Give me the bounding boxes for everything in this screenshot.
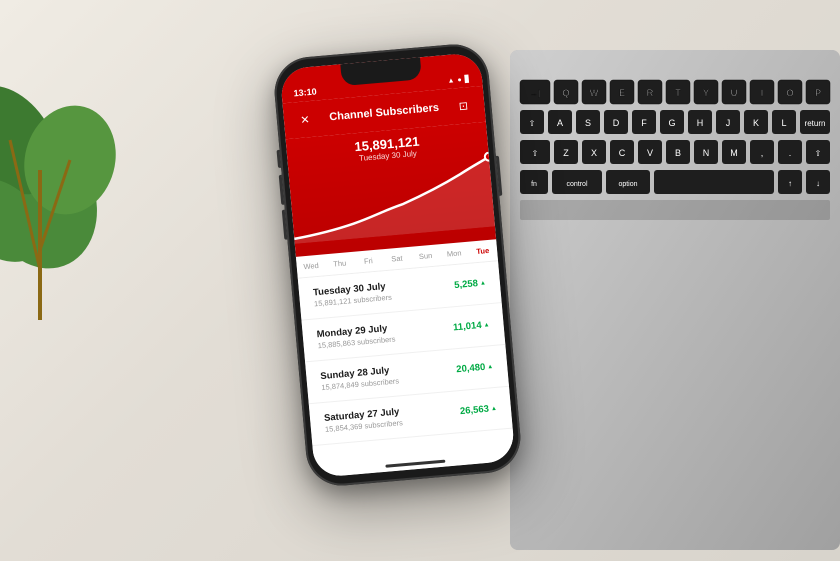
item-info: Monday 29 July 15,885,863 subscribers — [316, 323, 396, 351]
iphone-body: 13:10 ▲ ● ▊ ✕ Channel Subscribers ⊡ 15,8… — [272, 41, 524, 488]
header-title: Channel Subscribers — [313, 100, 455, 124]
svg-text:M: M — [730, 148, 738, 158]
svg-text:R: R — [647, 88, 654, 98]
svg-text:O: O — [786, 88, 793, 98]
svg-text:L: L — [781, 118, 786, 128]
svg-text:fn: fn — [531, 181, 537, 188]
svg-text:E: E — [619, 88, 625, 98]
svg-text:D: D — [613, 118, 620, 128]
svg-text:.: . — [789, 148, 792, 158]
day-label-sun: Sun — [411, 250, 440, 261]
svg-text:S: S — [585, 118, 591, 128]
day-label-mon: Mon — [439, 248, 468, 259]
svg-text:H: H — [697, 118, 704, 128]
svg-text:→|: →| — [530, 89, 540, 98]
svg-text:C: C — [619, 148, 626, 158]
svg-text:P: P — [815, 88, 821, 98]
signal-icon: ▲ — [447, 77, 455, 85]
svg-text:U: U — [731, 88, 738, 98]
item-count: 20,480 — [456, 361, 494, 375]
iphone-screen: 13:10 ▲ ● ▊ ✕ Channel Subscribers ⊡ 15,8… — [280, 52, 516, 478]
svg-text:K: K — [753, 118, 759, 128]
svg-text:T: T — [675, 88, 681, 98]
laptop-keyboard: →| Q W E R T Y U I O P ⇧ A — [500, 0, 840, 561]
svg-text:↑: ↑ — [788, 179, 792, 188]
svg-text:control: control — [566, 181, 587, 188]
svg-text:Y: Y — [703, 88, 709, 98]
svg-text:W: W — [590, 88, 599, 98]
svg-text:B: B — [675, 148, 681, 158]
svg-text:⇧: ⇧ — [529, 119, 536, 128]
svg-text:,: , — [761, 148, 764, 158]
iphone: 13:10 ▲ ● ▊ ✕ Channel Subscribers ⊡ 15,8… — [272, 41, 524, 488]
item-count: 5,258 — [454, 277, 487, 291]
day-label-sat: Sat — [382, 253, 411, 264]
camera-icon[interactable]: ⊡ — [454, 98, 473, 113]
day-label-tue: Tue — [468, 245, 497, 256]
content-list: Tuesday 30 July 15,891,121 subscribers 5… — [298, 261, 516, 478]
home-indicator — [385, 460, 445, 468]
svg-text:X: X — [591, 148, 597, 158]
svg-text:Z: Z — [563, 148, 569, 158]
svg-text:A: A — [557, 118, 563, 128]
svg-text:V: V — [647, 148, 653, 158]
svg-text:⇧: ⇧ — [532, 149, 539, 158]
svg-text:⇧: ⇧ — [815, 149, 822, 158]
status-time: 13:10 — [293, 86, 317, 98]
day-label-fri: Fri — [354, 255, 383, 266]
svg-text:J: J — [726, 118, 731, 128]
close-icon[interactable]: ✕ — [295, 112, 314, 127]
svg-text:Q: Q — [562, 88, 569, 98]
chart-area: 15,891,121 Tuesday 30 July — [286, 122, 497, 259]
item-info: Saturday 27 July 15,854,369 subscribers — [324, 406, 404, 434]
battery-icon: ▊ — [464, 75, 470, 83]
svg-text:F: F — [641, 118, 647, 128]
svg-text:option: option — [618, 181, 637, 188]
item-count: 11,014 — [453, 319, 490, 333]
item-info: Sunday 28 July 15,874,849 subscribers — [320, 364, 400, 392]
item-info: Tuesday 30 July 15,891,121 subscribers — [313, 281, 393, 309]
plant-decoration — [0, 10, 180, 330]
item-count: 26,563 — [460, 403, 498, 417]
day-label-wed: Wed — [296, 260, 325, 271]
svg-text:return: return — [805, 119, 826, 128]
status-icons: ▲ ● ▊ — [447, 75, 470, 85]
chart-svg — [288, 152, 495, 244]
svg-text:N: N — [703, 148, 710, 158]
wifi-icon: ● — [457, 76, 462, 83]
svg-text:↓: ↓ — [816, 179, 820, 188]
svg-text:G: G — [668, 118, 675, 128]
day-label-thu: Thu — [325, 258, 354, 269]
svg-text:I: I — [761, 88, 764, 98]
